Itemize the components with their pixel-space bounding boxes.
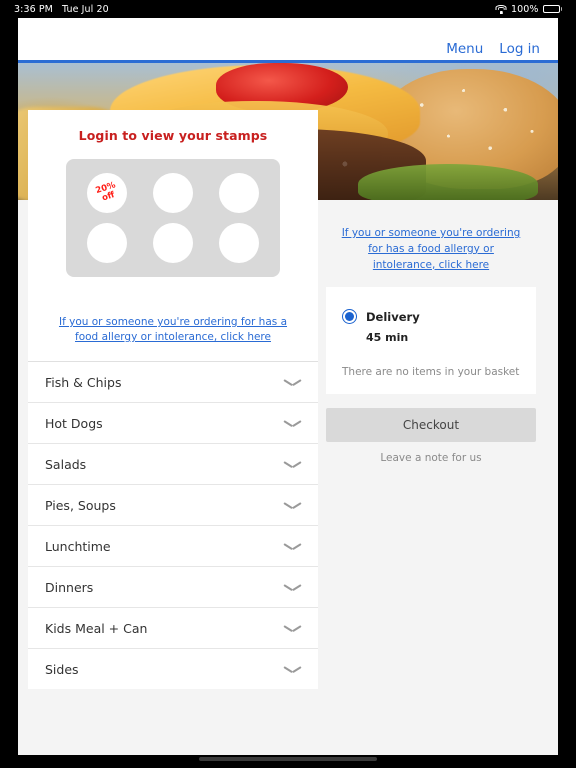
chevron-down-icon[interactable]	[284, 583, 301, 592]
home-indicator[interactable]	[199, 757, 377, 761]
nav-link-menu[interactable]: Menu	[446, 41, 483, 57]
stamp-slot[interactable]	[153, 173, 193, 213]
nav-link-login[interactable]: Log in	[499, 41, 540, 57]
category-label: Lunchtime	[45, 538, 111, 554]
category-row-salads[interactable]: Salads	[28, 443, 318, 484]
wifi-icon	[495, 4, 507, 14]
chevron-down-icon[interactable]	[284, 624, 301, 633]
category-label: Fish & Chips	[45, 374, 122, 390]
battery-icon	[542, 4, 562, 14]
allergy-link-right[interactable]: If you or someone you're ordering for ha…	[336, 226, 526, 273]
chevron-down-icon[interactable]	[284, 665, 301, 674]
chevron-down-icon[interactable]	[284, 419, 301, 428]
stamp-slot[interactable]	[219, 173, 259, 213]
right-column: If you or someone you're ordering for ha…	[326, 210, 536, 464]
delivery-time: 45 min	[366, 331, 409, 345]
status-bar-left: 3:36 PM Tue Jul 20	[14, 4, 109, 15]
allergy-link-left[interactable]: If you or someone you're ordering for ha…	[46, 315, 300, 345]
chevron-down-icon[interactable]	[284, 542, 301, 551]
stamp-slot[interactable]	[153, 223, 193, 263]
tablet-device: 3:36 PM Tue Jul 20 100% Menu Log in Logi…	[0, 0, 576, 768]
chevron-down-icon[interactable]	[284, 460, 301, 469]
category-label: Hot Dogs	[45, 415, 103, 431]
stamps-grid: 20% off	[66, 159, 280, 277]
stamp-slot[interactable]	[87, 223, 127, 263]
battery-percent-label: 100%	[510, 3, 539, 15]
category-row-kids-meal[interactable]: Kids Meal + Can	[28, 607, 318, 648]
chevron-down-icon[interactable]	[284, 378, 301, 387]
header-nav: Menu Log in	[446, 41, 540, 57]
status-bar: 3:36 PM Tue Jul 20 100%	[0, 0, 576, 18]
category-label: Dinners	[45, 579, 94, 595]
delivery-label: Delivery	[366, 309, 420, 324]
category-row-pies-soups[interactable]: Pies, Soups	[28, 484, 318, 525]
basket-empty-message: There are no items in your basket	[342, 366, 520, 379]
category-label: Sides	[45, 661, 79, 677]
category-label: Kids Meal + Can	[45, 620, 148, 636]
category-label: Salads	[45, 456, 87, 472]
stamp-discount-label: 20% off	[94, 180, 117, 204]
category-label: Pies, Soups	[45, 497, 116, 513]
category-row-hot-dogs[interactable]: Hot Dogs	[28, 402, 318, 443]
content-columns: Login to view your stamps 20% off If you…	[18, 110, 558, 690]
status-date: Tue Jul 20	[61, 3, 109, 15]
category-list: Fish & Chips Hot Dogs Salads Pies, Soups…	[28, 361, 318, 690]
allergy-notice-right: If you or someone you're ordering for ha…	[326, 210, 536, 287]
stamps-title: Login to view your stamps	[78, 128, 268, 143]
delivery-radio-button[interactable]	[342, 309, 357, 325]
category-row-sides[interactable]: Sides	[28, 648, 318, 689]
stamps-card: Login to view your stamps 20% off	[28, 110, 318, 299]
category-row-fish-and-chips[interactable]: Fish & Chips	[28, 361, 318, 402]
chevron-down-icon[interactable]	[284, 501, 301, 510]
basket-card: Delivery 45 min There are no items in yo…	[326, 287, 536, 395]
status-bar-right: 100%	[495, 3, 562, 15]
stamp-slot[interactable]	[219, 223, 259, 263]
leave-note-link[interactable]: Leave a note for us	[326, 452, 536, 464]
stamp-slot[interactable]: 20% off	[87, 173, 127, 213]
category-row-lunchtime[interactable]: Lunchtime	[28, 525, 318, 566]
page-body: Login to view your stamps 20% off If you…	[18, 110, 558, 690]
category-row-dinners[interactable]: Dinners	[28, 566, 318, 607]
checkout-button[interactable]: Checkout	[326, 408, 536, 443]
status-time: 3:36 PM	[14, 3, 53, 15]
delivery-option-row[interactable]: Delivery	[342, 309, 520, 325]
left-column: Login to view your stamps 20% off If you…	[28, 110, 318, 690]
site-header: Menu Log in	[18, 18, 558, 60]
allergy-notice-left: If you or someone you're ordering for ha…	[28, 299, 318, 362]
app-viewport: Menu Log in Login to view your stamps 20…	[18, 18, 558, 755]
